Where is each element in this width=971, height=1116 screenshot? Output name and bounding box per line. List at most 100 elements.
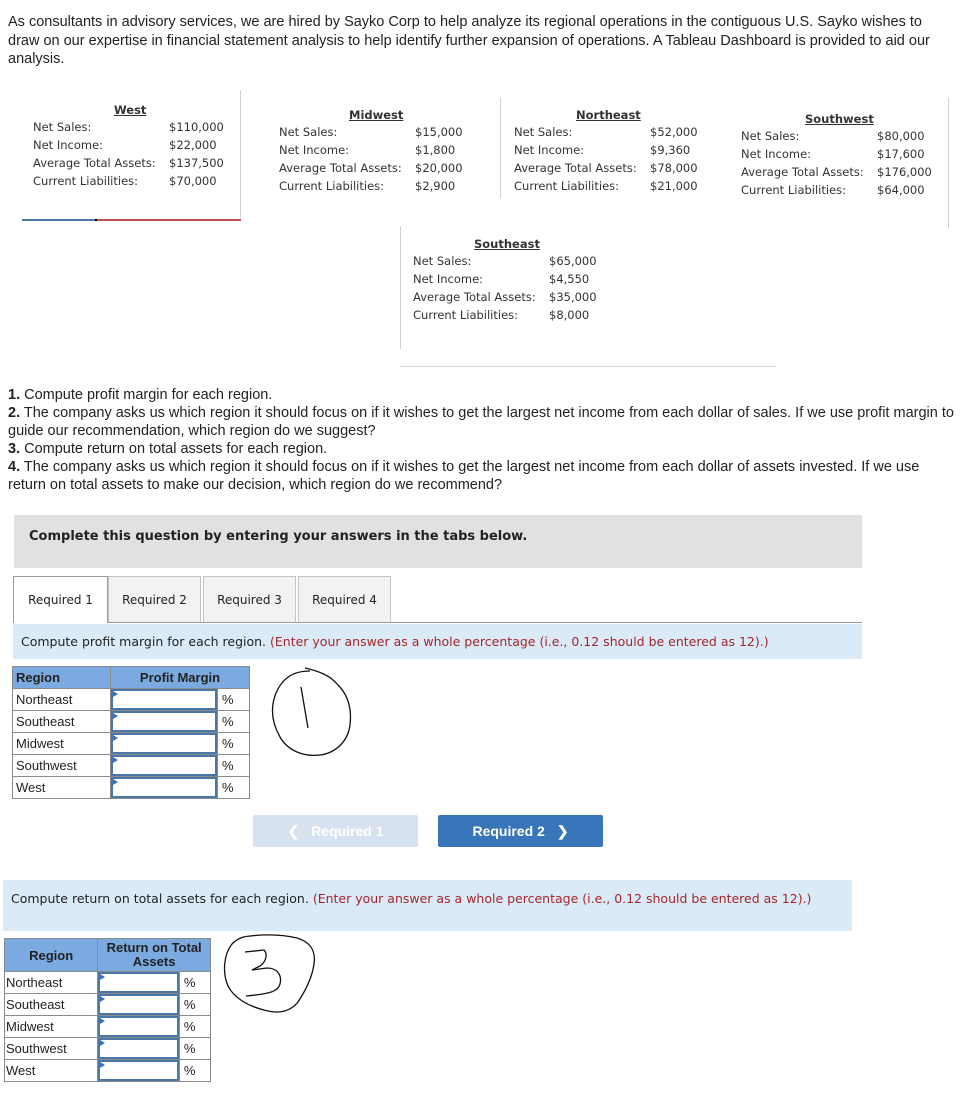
west-color-bar	[22, 219, 241, 221]
unit-cell: %	[178, 971, 212, 994]
table-row: Midwest %	[3, 1015, 212, 1038]
question-text: Compute profit margin for each region.	[20, 387, 273, 403]
input-flag-icon	[100, 1018, 106, 1024]
current-liabilities-value: $21,000	[650, 179, 698, 193]
roa-input-northeast[interactable]	[98, 972, 179, 993]
question-text: Compute return on total assets for each …	[20, 441, 328, 457]
instruction-banner: Complete this question by entering your …	[14, 515, 862, 568]
next-button-label: Required 2	[472, 823, 545, 839]
region-title: Southeast	[474, 237, 540, 251]
profit-margin-input-midwest[interactable]	[111, 733, 217, 754]
input-flag-icon	[100, 974, 106, 980]
region-title: Midwest	[349, 108, 404, 122]
current-liabilities-label: Current Liabilities:	[413, 308, 519, 322]
region-cell: Midwest	[12, 732, 111, 755]
current-liabilities-value: $2,900	[415, 179, 456, 193]
unit-cell: %	[217, 688, 250, 711]
unit-cell: %	[217, 732, 250, 755]
question-item: 4. The company asks us which region it s…	[8, 458, 958, 494]
region-cell: Midwest	[3, 1015, 99, 1038]
divider	[240, 90, 241, 218]
tab-required-1[interactable]: Required 1	[13, 576, 108, 623]
prompt-text: Compute return on total assets for each …	[11, 891, 309, 906]
avg-total-assets-value: $20,000	[415, 161, 463, 175]
region-cell: Southeast	[3, 993, 99, 1016]
net-sales-value: $52,000	[650, 125, 698, 139]
question-text: The company asks us which region it shou…	[8, 405, 954, 439]
tab-required-3[interactable]: Required 3	[203, 576, 296, 622]
tab-required-2[interactable]: Required 2	[108, 576, 201, 622]
input-flag-icon	[113, 757, 118, 763]
column-header-region: Region	[12, 666, 111, 689]
region-cell: Northeast	[3, 971, 99, 994]
intro-paragraph: As consultants in advisory services, we …	[8, 14, 930, 67]
input-flag-icon	[113, 713, 118, 719]
return-on-assets-table: Region Return on Total Assets Northeast …	[3, 938, 212, 1082]
roa-input-west[interactable]	[98, 1060, 179, 1081]
unit-cell: %	[178, 1015, 212, 1038]
question-number: 3.	[8, 441, 21, 457]
net-sales-label: Net Sales:	[413, 254, 472, 268]
tab-baseline	[13, 622, 862, 623]
avg-total-assets-value: $137,500	[169, 156, 224, 170]
region-cell: Southwest	[12, 754, 111, 777]
current-liabilities-label: Current Liabilities:	[741, 183, 847, 197]
net-income-value: $1,800	[415, 143, 456, 157]
question-item: 3. Compute return on total assets for ea…	[8, 440, 958, 458]
profit-margin-input-northeast[interactable]	[111, 689, 217, 710]
previous-button-label: Required 1	[311, 823, 384, 839]
roa-input-southeast[interactable]	[98, 994, 179, 1015]
divider	[400, 226, 401, 349]
region-cell: West	[12, 776, 111, 799]
input-flag-icon	[113, 691, 118, 697]
net-sales-value: $80,000	[877, 129, 925, 143]
handwritten-annotation-1	[271, 667, 352, 757]
input-flag-icon	[100, 1062, 106, 1068]
avg-total-assets-label: Average Total Assets:	[413, 290, 536, 304]
chevron-right-icon: ❯	[556, 822, 569, 839]
tab-required-4[interactable]: Required 4	[298, 576, 391, 622]
net-sales-label: Net Sales:	[279, 125, 338, 139]
req3-prompt: Compute return on total assets for each …	[3, 880, 852, 931]
current-liabilities-label: Current Liabilities:	[33, 174, 139, 188]
input-flag-icon	[113, 779, 118, 785]
question-item: 1. Compute profit margin for each region…	[8, 386, 958, 404]
question-text: The company asks us which region it shou…	[8, 459, 920, 493]
region-cell: Southwest	[3, 1037, 99, 1060]
net-sales-label: Net Sales:	[741, 129, 800, 143]
region-cell: Southeast	[12, 710, 111, 733]
previous-required-button[interactable]: ❮ Required 1	[253, 815, 418, 847]
net-income-value: $22,000	[169, 138, 217, 152]
region-cell: Northeast	[12, 688, 111, 711]
next-required-button[interactable]: Required 2 ❯	[438, 815, 603, 847]
avg-total-assets-value: $78,000	[650, 161, 698, 175]
table-row: West %	[3, 1059, 212, 1082]
net-income-label: Net Income:	[279, 143, 350, 157]
net-sales-value: $110,000	[169, 120, 224, 134]
prompt-note: (Enter your answer as a whole percentage…	[312, 891, 812, 906]
table-row: Southwest %	[12, 754, 250, 777]
column-header-profit-margin: Profit Margin	[110, 666, 250, 689]
req1-prompt: Compute profit margin for each region. (…	[13, 624, 862, 659]
net-income-value: $4,550	[549, 272, 590, 286]
instruction-text: Complete this question by entering your …	[29, 529, 528, 544]
profit-margin-table: Region Profit Margin Northeast % Southea…	[12, 666, 250, 799]
table-row: Northeast %	[12, 688, 250, 711]
avg-total-assets-label: Average Total Assets:	[514, 161, 637, 175]
region-title: Northeast	[576, 108, 641, 122]
profit-margin-input-southeast[interactable]	[111, 711, 217, 732]
region-cell: West	[3, 1059, 99, 1082]
net-income-value: $9,360	[650, 143, 691, 157]
profit-margin-input-southwest[interactable]	[111, 755, 217, 776]
profit-margin-input-west[interactable]	[111, 777, 217, 798]
question-number: 4.	[8, 459, 21, 475]
input-flag-icon	[100, 996, 106, 1002]
net-sales-value: $15,000	[415, 125, 463, 139]
avg-total-assets-label: Average Total Assets:	[279, 161, 402, 175]
avg-total-assets-label: Average Total Assets:	[33, 156, 156, 170]
net-sales-value: $65,000	[549, 254, 597, 268]
roa-input-southwest[interactable]	[98, 1038, 179, 1059]
prompt-note: (Enter your answer as a whole percentage…	[270, 634, 769, 649]
roa-input-midwest[interactable]	[98, 1016, 179, 1037]
current-liabilities-value: $70,000	[169, 174, 217, 188]
